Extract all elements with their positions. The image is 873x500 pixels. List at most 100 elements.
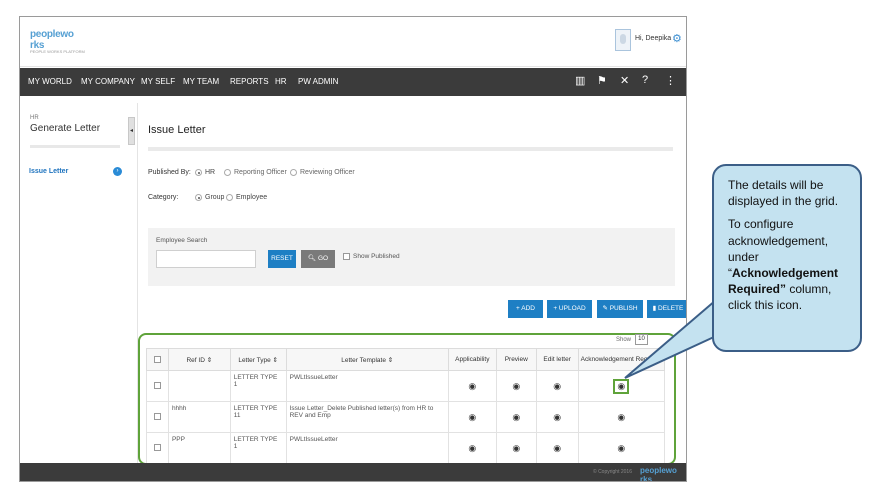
edit-letter-cell: ◉	[535, 370, 579, 402]
nav-reports[interactable]: REPORTS	[230, 77, 269, 86]
row-checkbox-cell[interactable]	[146, 401, 169, 433]
column-ref-id[interactable]: Ref ID ⇕	[167, 348, 231, 371]
letter-template-cell: PWLtIssueLetter	[285, 432, 449, 464]
footer-logo: peoplewo rks	[640, 466, 677, 482]
go-button[interactable]: 🔍︎ GO	[301, 250, 335, 268]
eye-icon[interactable]: ◉	[553, 412, 561, 422]
acknowledgement-cell: ◉	[577, 432, 666, 464]
radio-employee-label[interactable]: Employee	[236, 194, 267, 201]
nav-my-company[interactable]: MY COMPANY	[81, 77, 135, 86]
table-row: LETTER TYPE 1 PWLtIssueLetter ◉ ◉ ◉ ◉	[146, 370, 666, 402]
sidebar-section-label: HR	[30, 115, 39, 121]
divider	[148, 147, 673, 151]
top-header: peoplewo rks PEOPLE WORKS PLATFORM Hi, De…	[20, 17, 686, 67]
add-button[interactable]: + ADD	[508, 300, 543, 318]
show-published-checkbox[interactable]	[343, 253, 350, 260]
column-preview: Preview	[495, 348, 537, 371]
footer: © Copyright 2016 peoplewo rks	[20, 463, 686, 481]
row-checkbox-cell[interactable]	[146, 432, 169, 464]
book-icon[interactable]: ▥	[575, 74, 585, 87]
column-letter-type[interactable]: Letter Type ⇕	[229, 348, 287, 371]
gear-icon[interactable]: ⚙	[672, 32, 682, 45]
row-checkbox[interactable]	[153, 382, 161, 390]
ref-id-cell: hhhh	[167, 401, 231, 433]
select-all-checkbox[interactable]	[153, 355, 161, 363]
callout-text-2: To configure acknowledgement, under “Ack…	[728, 216, 846, 313]
applicability-cell: ◉	[447, 370, 497, 402]
letter-type-cell: LETTER TYPE 1	[229, 432, 287, 464]
avatar[interactable]	[615, 29, 631, 51]
grid-header-row: Ref ID ⇕ Letter Type ⇕ Letter Template ⇕…	[146, 348, 666, 371]
row-checkbox[interactable]	[153, 413, 161, 421]
eye-icon[interactable]: ◉	[617, 412, 625, 422]
radio-reporting-officer-label[interactable]: Reporting Officer	[234, 169, 287, 176]
divider	[30, 145, 120, 148]
eye-icon[interactable]: ◉	[512, 412, 520, 422]
eye-icon[interactable]: ◉	[468, 381, 476, 391]
eye-icon[interactable]: ◉	[553, 443, 561, 453]
user-greeting[interactable]: Hi, Deepika	[635, 35, 671, 42]
column-letter-template[interactable]: Letter Template ⇕	[285, 348, 449, 371]
eye-icon[interactable]: ◉	[617, 443, 625, 453]
acknowledgement-cell: ◉	[577, 401, 666, 433]
edit-letter-cell: ◉	[535, 401, 579, 433]
eye-icon[interactable]: ◉	[468, 443, 476, 453]
table-row: PPP LETTER TYPE 1 PWLtIssueLetter ◉ ◉ ◉ …	[146, 432, 666, 464]
row-checkbox-cell[interactable]	[146, 370, 169, 402]
instruction-callout: The details will be displayed in the gri…	[712, 164, 862, 352]
column-applicability: Applicability	[447, 348, 497, 371]
radio-group[interactable]	[195, 194, 202, 201]
reset-button[interactable]: RESET	[268, 250, 296, 268]
sidebar-item-issue-letter[interactable]: Issue Letter	[29, 168, 68, 175]
eye-icon[interactable]: ◉	[553, 381, 561, 391]
employee-search-input[interactable]	[156, 250, 256, 268]
letter-type-cell: LETTER TYPE 1	[229, 370, 287, 402]
radio-reviewing-officer[interactable]	[290, 169, 297, 176]
radio-group-label[interactable]: Group	[205, 194, 224, 201]
eye-icon[interactable]: ◉	[512, 443, 520, 453]
nav-my-team[interactable]: MY TEAM	[183, 77, 219, 86]
ref-id-cell	[167, 370, 231, 402]
radio-reviewing-officer-label[interactable]: Reviewing Officer	[300, 169, 355, 176]
tools-icon[interactable]: ✕	[620, 74, 629, 87]
ref-id-cell: PPP	[167, 432, 231, 464]
letter-template-cell: Issue Letter_Delete Published letter(s) …	[285, 401, 449, 433]
letter-type-cell: LETTER TYPE 11	[229, 401, 287, 433]
preview-cell: ◉	[495, 370, 537, 402]
radio-reporting-officer[interactable]	[224, 169, 231, 176]
select-all-checkbox-cell[interactable]	[146, 348, 169, 371]
nav-my-self[interactable]: MY SELF	[141, 77, 175, 86]
nav-pw-admin[interactable]: PW ADMIN	[298, 77, 338, 86]
more-icon[interactable]: ⋮	[665, 74, 676, 87]
preview-cell: ◉	[495, 432, 537, 464]
radio-hr-label[interactable]: HR	[205, 169, 215, 176]
search-icon: 🔍︎	[307, 255, 318, 262]
letters-grid: Ref ID ⇕ Letter Type ⇕ Letter Template ⇕…	[146, 348, 666, 464]
preview-cell: ◉	[495, 401, 537, 433]
radio-employee[interactable]	[226, 194, 233, 201]
show-published-label[interactable]: Show Published	[353, 253, 400, 260]
collapse-sidebar-button[interactable]: ◂	[128, 117, 135, 145]
upload-button[interactable]: + UPLOAD	[547, 300, 592, 318]
category-label: Category:	[148, 194, 179, 201]
eye-icon[interactable]: ◉	[468, 412, 476, 422]
callout-text-1: The details will be displayed in the gri…	[728, 178, 839, 209]
radio-hr[interactable]	[195, 169, 202, 176]
employee-search-panel: Employee Search RESET 🔍︎ GO Show Publish…	[148, 228, 675, 286]
chevron-right-icon[interactable]: ›	[113, 167, 122, 176]
row-checkbox[interactable]	[153, 444, 161, 452]
sidebar-title: Generate Letter	[30, 123, 101, 134]
app-logo[interactable]: peoplewo rks PEOPLE WORKS PLATFORM	[30, 29, 90, 54]
nav-my-world[interactable]: MY WORLD	[28, 77, 72, 86]
applicability-cell: ◉	[447, 432, 497, 464]
help-icon[interactable]: ?	[642, 74, 648, 86]
published-by-label: Published By:	[148, 169, 191, 176]
left-sidebar: HR Generate Letter Issue Letter ›	[20, 103, 132, 463]
eye-icon[interactable]: ◉	[512, 381, 520, 391]
nav-hr[interactable]: HR	[275, 77, 287, 86]
edit-letter-cell: ◉	[535, 432, 579, 464]
copyright-text: © Copyright 2016	[593, 469, 632, 475]
employee-search-label: Employee Search	[156, 237, 208, 244]
flag-icon[interactable]: ⚑	[597, 74, 607, 87]
main-nav: MY WORLD MY COMPANY MY SELF MY TEAM REPO…	[20, 68, 686, 96]
